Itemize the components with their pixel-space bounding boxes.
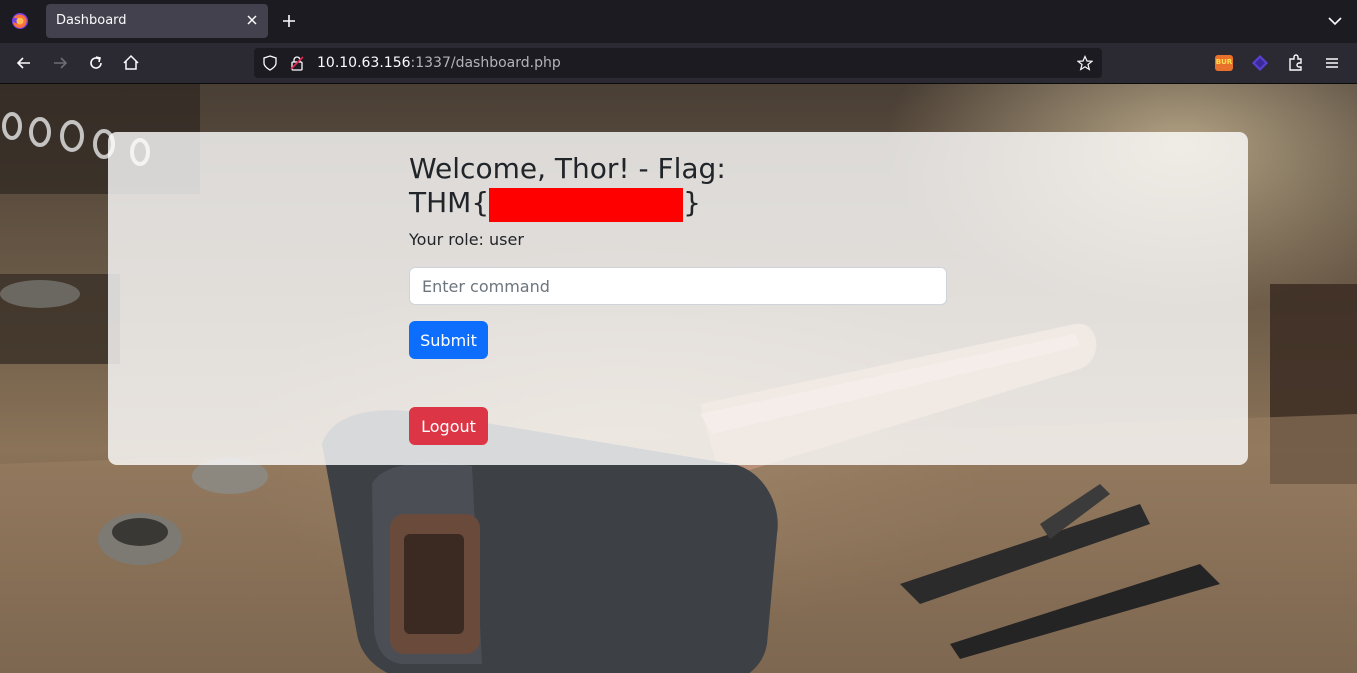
tab-title: Dashboard <box>56 13 127 28</box>
lock-icon[interactable] <box>289 55 305 71</box>
firefox-logo-icon[interactable] <box>11 12 29 30</box>
tab-dashboard[interactable]: Dashboard <box>46 4 268 38</box>
command-input[interactable] <box>409 267 947 305</box>
page-background: Welcome, Thor! - Flag: THM{} Your role: u… <box>0 84 1357 673</box>
close-icon[interactable] <box>244 12 260 28</box>
dashboard-card: Welcome, Thor! - Flag: THM{} Your role: u… <box>108 132 1248 465</box>
home-icon[interactable] <box>121 53 141 73</box>
puzzle-icon[interactable] <box>1286 53 1306 73</box>
logout-button[interactable]: Logout <box>409 407 488 445</box>
svg-text:BUR: BUR <box>1216 58 1233 66</box>
back-icon[interactable] <box>14 53 34 73</box>
welcome-text: Welcome, Thor! - Flag: <box>409 152 726 185</box>
welcome-heading: Welcome, Thor! - Flag: THM{} <box>409 152 729 222</box>
url-host: 10.10.63.156 <box>317 55 411 71</box>
flag-suffix: } <box>683 186 701 219</box>
reload-icon[interactable] <box>86 53 106 73</box>
chevron-down-icon[interactable] <box>1326 12 1344 30</box>
submit-button[interactable]: Submit <box>409 321 488 359</box>
extension-icon[interactable] <box>1250 53 1270 73</box>
menu-icon[interactable] <box>1322 53 1342 73</box>
url-text: 10.10.63.156:1337/dashboard.php <box>317 55 561 71</box>
tab-bar: Dashboard <box>0 0 1357 43</box>
forward-icon[interactable] <box>50 53 70 73</box>
url-bar[interactable]: 10.10.63.156:1337/dashboard.php <box>254 48 1102 78</box>
flag-prefix: THM{ <box>409 186 490 219</box>
flag-redaction-box <box>489 188 684 222</box>
navigation-toolbar: 10.10.63.156:1337/dashboard.php BUR <box>0 43 1357 84</box>
plus-icon[interactable] <box>280 12 298 30</box>
burp-extension-icon[interactable]: BUR <box>1214 53 1234 73</box>
star-icon[interactable] <box>1077 55 1093 71</box>
role-text: Your role: user <box>409 230 524 249</box>
url-path: :1337/dashboard.php <box>410 55 561 71</box>
shield-icon[interactable] <box>262 55 278 71</box>
